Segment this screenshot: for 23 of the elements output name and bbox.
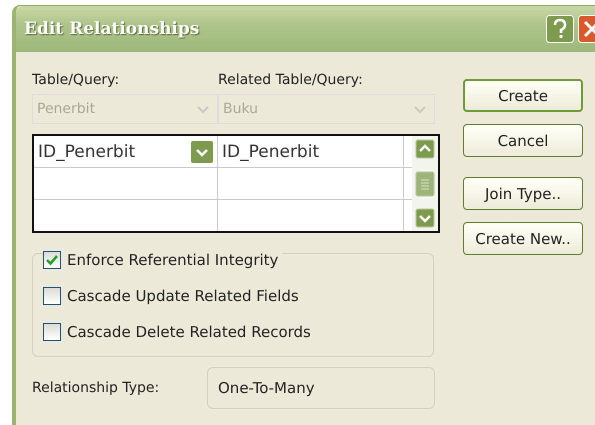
scroll-down-icon[interactable] [415,208,435,228]
field-label: Table/Query: [32,72,120,90]
help-icon[interactable] [546,15,574,43]
scroll-up-icon[interactable] [415,139,435,159]
checkbox-label: Cascade Update Related Fields [67,287,299,305]
table-cell[interactable]: ID_Penerbit [218,136,404,167]
dialog-button[interactable]: Create [463,79,583,112]
checkbox-label: Cascade Delete Related Records [67,323,311,341]
checkbox[interactable] [43,323,61,341]
field-label: Relationship Type: [32,380,160,396]
dialog-button[interactable]: Join Type.. [463,177,583,210]
scrollbar[interactable] [412,136,438,231]
window-title: Edit Relationships [24,19,200,39]
scroll-thumb-icon[interactable] [415,170,435,196]
checkbox-label: Enforce Referential Integrity [67,251,278,269]
dialog-button[interactable]: Cancel [463,124,583,157]
table-cell[interactable]: ID_Penerbit [34,136,218,167]
dropdown-icon[interactable] [191,140,213,162]
checkbox[interactable] [43,251,61,269]
dialog-button[interactable]: Create New.. [463,222,583,255]
relationship-type-value: One-To-Many [207,367,435,409]
field-label: Related Table/Query: [218,72,364,90]
checkbox[interactable] [43,287,61,305]
